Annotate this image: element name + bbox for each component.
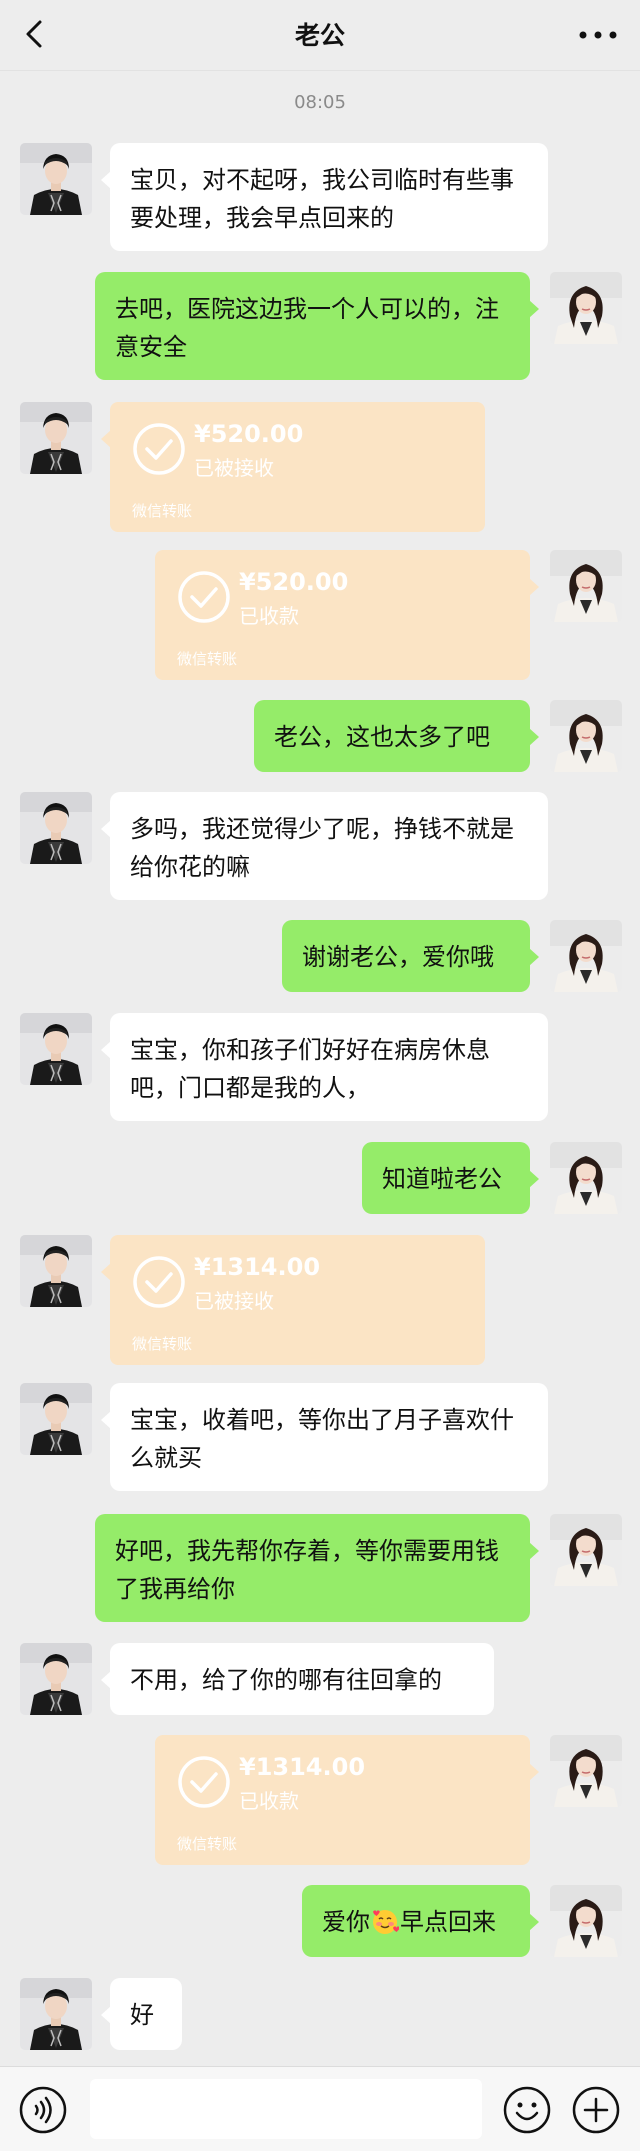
avatar-me[interactable] (550, 700, 622, 772)
avatar-me[interactable] (550, 1885, 622, 1957)
check-circle-icon (132, 422, 186, 476)
message-bubble-incoming[interactable]: 好 (101, 1978, 182, 2050)
message-bubble-outgoing[interactable]: 爱你 早点回来 (302, 1885, 539, 1957)
transfer-card-incoming[interactable]: ¥520.00 已被接收 微信转账 (101, 402, 485, 532)
transfer-status: 已收款 (239, 604, 299, 628)
chevron-left-icon (26, 20, 42, 48)
avatar-me[interactable] (550, 920, 622, 992)
message-bubble-outgoing[interactable]: 去吧，医院这边我一个人可以的，注意安全 (95, 272, 539, 380)
avatar-husband[interactable] (20, 1643, 92, 1715)
more-icon (579, 31, 617, 39)
avatar-me[interactable] (550, 272, 622, 344)
message-bubble-outgoing[interactable]: 谢谢老公，爱你哦 (282, 920, 539, 992)
transfer-footer: 微信转账 (132, 502, 193, 520)
smiling-face-with-hearts-icon (371, 1908, 399, 1936)
message-bubble-incoming[interactable]: 宝贝，对不起呀，我公司临时有些事要处理，我会早点回来的 (101, 143, 548, 251)
check-circle-icon (177, 1755, 231, 1809)
transfer-footer: 微信转账 (132, 1335, 193, 1353)
message-bubble-incoming[interactable]: 不用，给了你的哪有往回拿的 (101, 1643, 494, 1715)
voice-button[interactable] (18, 2085, 68, 2135)
avatar-husband[interactable] (20, 792, 92, 864)
voice-icon (19, 2086, 67, 2134)
transfer-footer: 微信转账 (177, 650, 238, 668)
avatar-husband[interactable] (20, 1013, 92, 1085)
message-timestamp: 08:05 (294, 92, 346, 113)
emoji-face-icon (503, 2086, 551, 2134)
avatar-husband-image (20, 792, 92, 864)
transfer-footer: 微信转账 (177, 1835, 238, 1853)
transfer-card-outgoing[interactable]: ¥1314.00 已收款 微信转账 (155, 1735, 539, 1865)
avatar-husband[interactable] (20, 1235, 92, 1307)
transfer-amount: ¥1314.00 (239, 1753, 366, 1781)
message-bubble-incoming[interactable]: 宝宝，你和孩子们好好在病房休息吧，门口都是我的人， (101, 1013, 548, 1121)
avatar-me-image (550, 550, 622, 622)
message-bubble-incoming[interactable]: 宝宝，收着吧，等你出了月子喜欢什么就买 (101, 1383, 548, 1491)
avatar-husband-image (20, 402, 92, 474)
message-input[interactable] (90, 2079, 482, 2139)
transfer-status: 已被接收 (194, 456, 274, 480)
plus-button[interactable] (571, 2085, 621, 2135)
transfer-card-incoming[interactable]: ¥1314.00 已被接收 微信转账 (101, 1235, 485, 1365)
transfer-status: 已被接收 (194, 1289, 274, 1313)
avatar-me-image (550, 1514, 622, 1586)
message-bubble-outgoing[interactable]: 知道啦老公 (362, 1142, 539, 1214)
avatar-me[interactable] (550, 1514, 622, 1586)
avatar-me[interactable] (550, 1735, 622, 1807)
transfer-amount: ¥1314.00 (194, 1253, 321, 1281)
avatar-husband-image (20, 143, 92, 215)
input-bar (0, 2066, 640, 2151)
avatar-husband[interactable] (20, 1383, 92, 1455)
message-bubble-outgoing[interactable]: 老公，这也太多了吧 (254, 700, 539, 772)
avatar-me[interactable] (550, 550, 622, 622)
check-circle-icon (177, 570, 231, 624)
plus-icon (572, 2086, 620, 2134)
avatar-me-image (550, 1735, 622, 1807)
header-bar: 老公 (0, 0, 640, 71)
message-bubble-incoming[interactable]: 多吗，我还觉得少了呢，挣钱不就是给你花的嘛 (101, 792, 548, 900)
avatar-me[interactable] (550, 1142, 622, 1214)
back-button[interactable] (14, 14, 54, 54)
message-text: 爱你 (322, 1908, 370, 1936)
message-text: 早点回来 (400, 1908, 496, 1936)
avatar-husband-image (20, 1235, 92, 1307)
emoji-button[interactable] (502, 2085, 552, 2135)
avatar-husband[interactable] (20, 402, 92, 474)
avatar-me-image (550, 272, 622, 344)
transfer-status: 已收款 (239, 1789, 299, 1813)
transfer-amount: ¥520.00 (239, 568, 349, 596)
check-circle-icon (132, 1255, 186, 1309)
avatar-me-image (550, 920, 622, 992)
avatar-husband-image (20, 1978, 92, 2050)
avatar-me-image (550, 700, 622, 772)
message-bubble-outgoing[interactable]: 好吧，我先帮你存着，等你需要用钱了我再给你 (95, 1514, 539, 1622)
more-button[interactable] (576, 20, 620, 50)
avatar-husband[interactable] (20, 143, 92, 215)
avatar-me-image (550, 1142, 622, 1214)
avatar-me-image (550, 1885, 622, 1957)
avatar-husband-image (20, 1383, 92, 1455)
avatar-husband-image (20, 1013, 92, 1085)
avatar-husband[interactable] (20, 1978, 92, 2050)
transfer-amount: ¥520.00 (194, 420, 304, 448)
chat-title: 老公 (294, 21, 345, 50)
avatar-husband-image (20, 1643, 92, 1715)
transfer-card-outgoing[interactable]: ¥520.00 已收款 微信转账 (155, 550, 539, 680)
